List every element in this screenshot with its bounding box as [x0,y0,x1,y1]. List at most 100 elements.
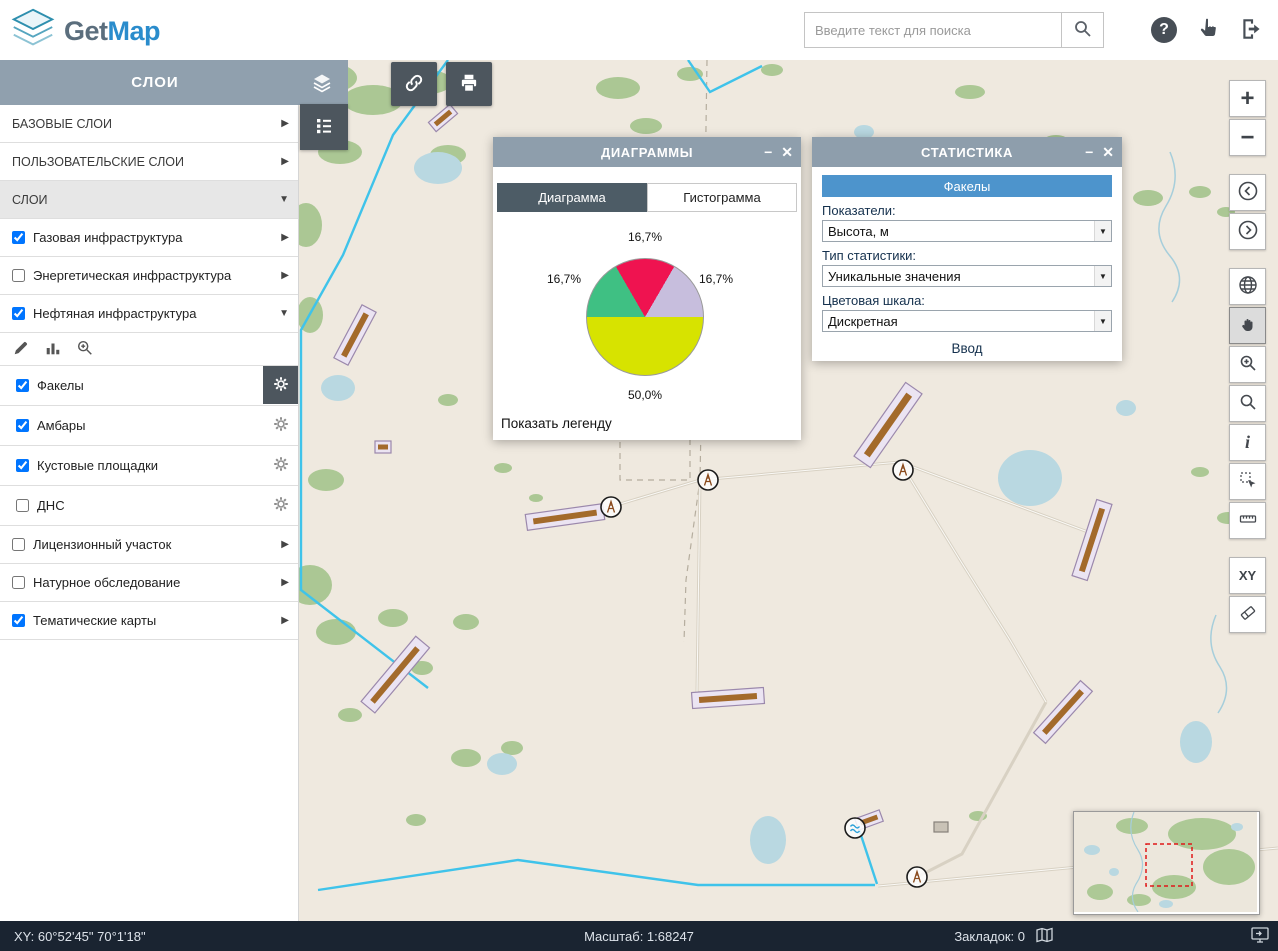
statistics-panel: СТАТИСТИКА − ✕ Факелы Показатели: Высота… [812,137,1122,361]
magnifier-icon [1238,392,1258,415]
tab-histogram[interactable]: Гистограмма [647,183,797,212]
diagram-tool-button[interactable] [40,336,66,362]
getmap-app: GetMap ? [0,0,1278,951]
oil-layer-tools [0,333,298,366]
cursor-coordinates: XY: 60°52'45" 70°1'18" [14,921,146,951]
full-extent-button[interactable] [1229,268,1266,305]
share-link-button[interactable] [391,62,437,106]
chevron-down-icon: ▼ [1094,221,1111,241]
sublayer-row-well-pads[interactable]: Кустовые площадки [0,446,298,486]
layer-label: Натурное обследование [33,575,180,590]
sublayer-row-flares[interactable]: Факелы [0,366,298,406]
sublayer-checkbox-dns[interactable] [16,499,29,512]
layer-row-oil[interactable]: Нефтяная инфраструктура ▼ [0,295,298,333]
layer-row-gas[interactable]: Газовая инфраструктура ▶ [0,219,298,257]
map-legend-button[interactable] [300,104,348,150]
sidebar-item-label: СЛОИ [12,193,48,207]
submit-button[interactable]: Ввод [822,341,1112,356]
identify-button[interactable]: i [1229,424,1266,461]
app-logo[interactable]: GetMap [8,6,160,57]
pointer-hand-icon [1195,16,1221,45]
layer-row-license-area[interactable]: Лицензионный участок ▶ [0,526,298,564]
clear-graphics-button[interactable] [1229,596,1266,633]
layer-label: Тематические карты [33,613,156,628]
sublayer-row-dns[interactable]: ДНС [0,486,298,526]
print-button[interactable] [446,62,492,106]
tab-diagram[interactable]: Диаграмма [497,183,647,212]
chevron-down-icon: ▼ [1094,311,1111,331]
measure-button[interactable] [1229,502,1266,539]
pencil-icon [12,339,30,360]
link-icon [403,72,425,97]
edit-tool-button[interactable] [8,336,34,362]
save-extent-button[interactable] [1250,921,1270,951]
legend-list-icon [313,115,335,140]
layer-label: Энергетическая инфраструктура [33,268,231,283]
sidebar-item-base-layers[interactable]: БАЗОВЫЕ СЛОИ ▶ [0,105,298,143]
layer-checkbox-energy[interactable] [12,269,25,282]
layer-checkbox-thematic-maps[interactable] [12,614,25,627]
help-button[interactable]: ? [1148,14,1180,46]
sublayer-label: Факелы [37,378,84,393]
sublayer-checkbox-well-pads[interactable] [16,459,29,472]
layer-checkbox-gas[interactable] [12,231,25,244]
close-icon[interactable]: ✕ [1102,145,1114,159]
minimize-button[interactable]: − [1085,145,1093,159]
zoom-to-layer-button[interactable] [72,336,98,362]
logout-button[interactable] [1236,14,1268,46]
pie-label-bottom: 50,0% [586,388,704,402]
search-area-button[interactable] [1229,385,1266,422]
search-input[interactable] [804,12,1062,48]
layer-row-field-survey[interactable]: Натурное обследование ▶ [0,564,298,602]
printer-icon [458,72,480,97]
coordinates-button[interactable]: XY [1229,557,1266,594]
indicator-select[interactable]: Высота, м ▼ [822,220,1112,242]
well-pads-settings-button[interactable] [263,446,298,484]
statistics-panel-header[interactable]: СТАТИСТИКА − ✕ [812,137,1122,167]
chevron-right-icon: ▶ [281,577,289,588]
pointer-mode-button[interactable] [1192,14,1224,46]
gear-icon [271,374,291,397]
sublayer-checkbox-ambary[interactable] [16,419,29,432]
chevron-right-icon: ▶ [281,118,289,129]
color-scale-select[interactable]: Дискретная ▼ [822,310,1112,332]
layer-checkbox-field-survey[interactable] [12,576,25,589]
next-extent-button[interactable] [1229,213,1266,250]
globe-icon [1237,274,1259,299]
stat-type-select[interactable]: Уникальные значения ▼ [822,265,1112,287]
selected-layer-bar: Факелы [822,175,1112,197]
previous-extent-button[interactable] [1229,174,1266,211]
layer-checkbox-license-area[interactable] [12,538,25,551]
show-legend-link[interactable]: Показать легенду [501,416,612,431]
dns-settings-button[interactable] [263,486,298,524]
layer-label: Нефтяная инфраструктура [33,306,196,321]
zoom-rectangle-button[interactable] [1229,346,1266,383]
flares-settings-button[interactable] [263,366,298,404]
layer-row-energy[interactable]: Энергетическая инфраструктура ▶ [0,257,298,295]
select-features-button[interactable] [1229,463,1266,500]
pan-tool-button[interactable] [1229,307,1266,344]
sidebar-item-label: БАЗОВЫЕ СЛОИ [12,117,112,131]
help-icon: ? [1151,17,1177,43]
search-button[interactable] [1062,12,1104,48]
magnifier-plus-icon [1238,353,1258,376]
sublayer-row-ambary[interactable]: Амбары [0,406,298,446]
layer-checkbox-oil[interactable] [12,307,25,320]
chevron-right-icon: ▶ [281,539,289,550]
sidebar-item-user-layers[interactable]: ПОЛЬЗОВАТЕЛЬСКИЕ СЛОИ ▶ [0,143,298,181]
indicator-value: Высота, м [823,224,1094,239]
layer-row-thematic-maps[interactable]: Тематические карты ▶ [0,602,298,640]
layers-stack-icon[interactable] [310,71,334,95]
bookmark-map-icon[interactable] [1035,927,1055,946]
zoom-in-button[interactable]: + [1229,80,1266,117]
ruler-icon [1238,509,1258,532]
sublayer-checkbox-flares[interactable] [16,379,29,392]
sidebar-item-layers-group[interactable]: СЛОИ ▼ [0,181,298,219]
diagrams-panel-header[interactable]: ДИАГРАММЫ − ✕ [493,137,801,167]
close-icon[interactable]: ✕ [781,145,793,159]
overview-map[interactable] [1073,811,1260,915]
zoom-out-button[interactable]: − [1229,119,1266,156]
statistics-panel-title: СТАТИСТИКА [812,137,1122,167]
ambary-settings-button[interactable] [263,406,298,444]
minimize-button[interactable]: − [764,145,772,159]
